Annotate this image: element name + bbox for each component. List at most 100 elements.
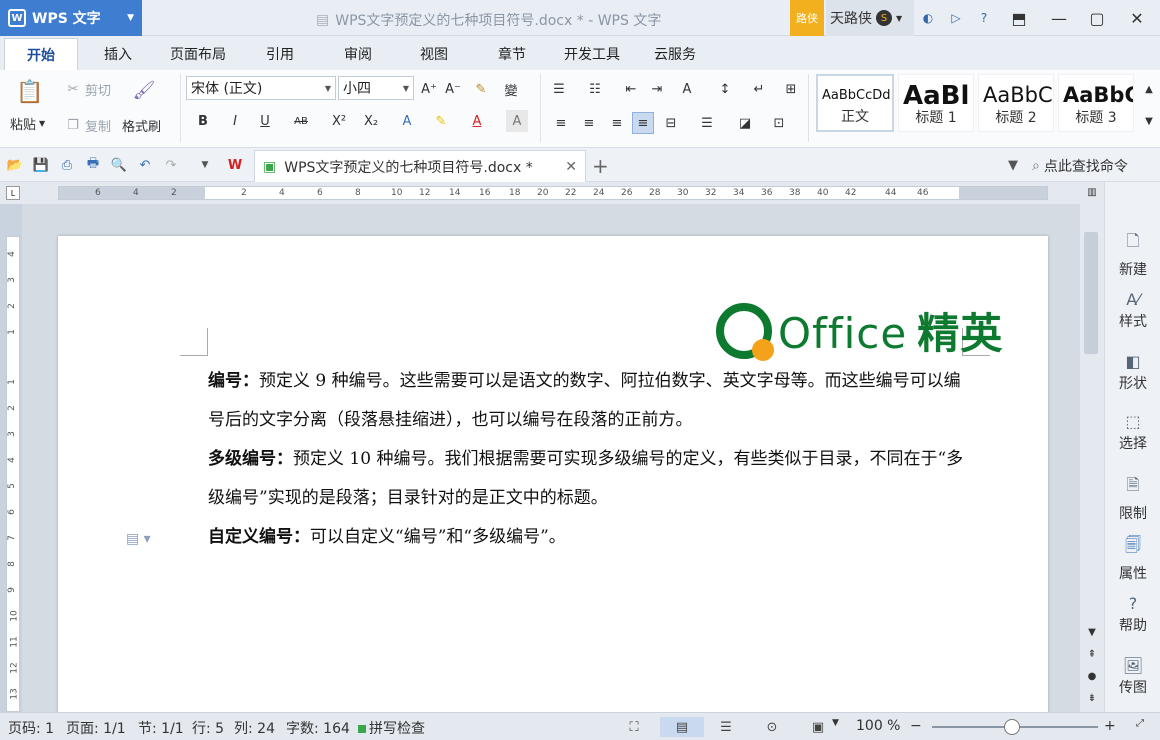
tab-review[interactable]: 审阅 <box>344 44 372 64</box>
superscript-icon[interactable]: X² <box>328 110 350 132</box>
border-icon[interactable]: ⊡ <box>768 112 790 134</box>
vertical-scrollbar[interactable]: ▥ ▼ ⇞ ● ⇟ <box>1080 182 1104 712</box>
pinyin-icon[interactable]: 變 <box>500 78 522 100</box>
paste-button[interactable]: 粘贴 ▼ <box>10 114 45 133</box>
status-section[interactable]: 节: 1/1 <box>138 718 184 738</box>
tab-cloud[interactable]: 云服务 <box>654 44 696 64</box>
save-icon[interactable]: 💾 <box>32 156 50 174</box>
change-case-icon[interactable]: A <box>676 78 698 100</box>
style-normal[interactable]: AaBbCcDd 正文 <box>816 74 894 132</box>
fullscreen-icon[interactable]: ⛶ <box>624 717 644 737</box>
user-badge[interactable]: 路侠 <box>790 0 824 36</box>
justify-icon[interactable]: ≡ <box>632 112 654 134</box>
close-button[interactable]: ✕ <box>1118 0 1156 36</box>
side-new-button[interactable]: 🗋 新建 <box>1105 230 1160 279</box>
paragraph-multilevel[interactable]: 多级编号：预定义 10 种编号。我们根据需要可实现多级编号的定义，有些类似于目录… <box>208 440 968 518</box>
status-row[interactable]: 行: 5 <box>192 718 224 738</box>
table-icon[interactable]: ⊞ <box>780 78 802 100</box>
status-column[interactable]: 列: 24 <box>234 718 275 738</box>
char-shading-icon[interactable]: A <box>506 110 528 132</box>
align-right-icon[interactable]: ≡ <box>606 112 628 134</box>
font-color-icon[interactable]: A <box>466 110 488 132</box>
brush-icon[interactable]: 🖌 <box>132 78 156 102</box>
cut-button[interactable]: ✂ 剪切 <box>64 80 111 99</box>
tab-home[interactable]: 开始 <box>4 38 78 70</box>
undo-icon[interactable]: ↶ <box>136 156 154 174</box>
style-heading-3[interactable]: AaBbC 标题 3 <box>1058 74 1134 132</box>
status-page-number[interactable]: 页码: 1 <box>8 718 54 738</box>
chevron-down-icon[interactable]: ▼ <box>832 718 839 728</box>
tab-developer[interactable]: 开发工具 <box>564 44 620 64</box>
app-menu-button[interactable]: W WPS 文字 ▼ <box>0 0 142 36</box>
panel-toggle-icon[interactable]: ▥ <box>1084 184 1100 200</box>
style-scroll-down-icon[interactable]: ▼ <box>1138 110 1160 132</box>
zoom-level[interactable]: 100 % <box>856 718 900 734</box>
tab-stop-selector[interactable]: L <box>6 186 20 200</box>
paragraph-layout-icon[interactable]: ▤ ▾ <box>126 531 151 547</box>
side-select-button[interactable]: ⬚ 选择 <box>1105 412 1160 453</box>
bold-icon[interactable]: B <box>192 110 214 132</box>
new-tab-icon[interactable]: + <box>592 154 609 178</box>
web-view-icon[interactable]: ⊙ <box>762 717 782 737</box>
font-size-select[interactable]: 小四 ▼ <box>338 76 414 100</box>
distributed-icon[interactable]: ⊟ <box>660 112 682 134</box>
close-tab-icon[interactable]: ✕ <box>565 159 577 175</box>
line-spacing-icon[interactable]: ☰ <box>696 112 718 134</box>
style-scroll-up-icon[interactable]: ▲ <box>1138 78 1160 100</box>
align-left-icon[interactable]: ≡ <box>550 112 572 134</box>
wps-home-icon[interactable]: W <box>226 156 244 174</box>
tab-insert[interactable]: 插入 <box>104 44 132 64</box>
paste-icon[interactable]: 📋 <box>16 78 44 106</box>
shading-icon[interactable]: ◪ <box>734 112 756 134</box>
zoom-in-icon[interactable]: + <box>1104 718 1116 734</box>
copy-button[interactable]: ❐ 复制 <box>64 116 111 135</box>
side-help-button[interactable]: ? 帮助 <box>1105 594 1160 635</box>
zoom-out-icon[interactable]: − <box>910 718 922 734</box>
bullet-list-icon[interactable]: ☰ <box>548 78 570 100</box>
find-command[interactable]: ⌕ 点此查找命令 <box>1032 156 1128 176</box>
user-account[interactable]: 天路侠 S ▼ <box>826 0 914 36</box>
tab-page-layout[interactable]: 页面布局 <box>170 44 226 64</box>
align-center-icon[interactable]: ≡ <box>578 112 600 134</box>
numbered-list-icon[interactable]: ☷ <box>584 78 606 100</box>
shrink-font-icon[interactable]: A⁻ <box>442 78 464 100</box>
status-pages[interactable]: 页面: 1/1 <box>66 718 126 738</box>
print-icon[interactable]: 🖶 <box>84 156 102 174</box>
status-spell-check[interactable]: 拼写检查 <box>358 718 425 738</box>
export-pdf-icon[interactable]: ⎙ <box>58 156 76 174</box>
horizontal-ruler[interactable]: 6 4 2 2 4 6 8 10 12 14 16 18 20 22 24 26… <box>58 186 1048 200</box>
style-heading-1[interactable]: AaBl 标题 1 <box>898 74 974 132</box>
paragraph-custom[interactable]: 自定义编号：可以自定义“编号”和“多级编号”。 <box>208 518 968 557</box>
vertical-ruler[interactable]: 4 3 2 1 1 2 3 4 5 6 7 8 9 10 11 12 13 <box>6 236 20 712</box>
customize-toolbar-icon[interactable]: ▼ <box>196 156 214 174</box>
restore-ribbon-icon[interactable]: ⬒ <box>1000 0 1038 36</box>
highlight-icon[interactable]: ✎ <box>430 110 452 132</box>
scroll-thumb[interactable] <box>1084 232 1098 354</box>
decrease-indent-icon[interactable]: ⇤ <box>620 78 642 100</box>
side-properties-button[interactable]: 🗐 属性 <box>1105 534 1160 583</box>
style-heading-2[interactable]: AaBbC 标题 2 <box>978 74 1054 132</box>
next-page-icon[interactable]: ⇟ <box>1084 690 1100 706</box>
document-tab[interactable]: ▣ WPS文字预定义的七种项目符号.docx * ✕ <box>254 150 586 182</box>
tab-references[interactable]: 引用 <box>266 44 294 64</box>
prev-page-icon[interactable]: ⇞ <box>1084 646 1100 662</box>
print-preview-icon[interactable]: 🔍 <box>110 156 128 174</box>
help-icon[interactable]: ? <box>974 8 994 28</box>
subscript-icon[interactable]: X₂ <box>360 110 382 132</box>
minimize-button[interactable]: — <box>1040 0 1078 36</box>
side-styles-button[interactable]: A⁄ 样式 <box>1105 290 1160 331</box>
outline-view-icon[interactable]: ☰ <box>716 717 736 737</box>
italic-icon[interactable]: I <box>224 110 246 132</box>
sort-icon[interactable]: ↕ <box>714 78 736 100</box>
status-word-count[interactable]: 字数: 164 <box>286 718 350 738</box>
protect-view-icon[interactable]: ▣ <box>808 717 828 737</box>
font-name-select[interactable]: 宋体 (正文) ▼ <box>186 76 336 100</box>
grow-font-icon[interactable]: A⁺ <box>418 78 440 100</box>
increase-indent-icon[interactable]: ⇥ <box>646 78 668 100</box>
page-view-icon[interactable]: ▤ <box>660 717 704 737</box>
text-effect-icon[interactable]: A <box>396 110 418 132</box>
scroll-down-icon[interactable]: ▼ <box>1084 624 1100 640</box>
select-browse-icon[interactable]: ● <box>1084 668 1100 684</box>
side-shapes-button[interactable]: ◧ 形状 <box>1105 352 1160 393</box>
format-painter-button[interactable]: 格式刷 <box>122 116 161 135</box>
